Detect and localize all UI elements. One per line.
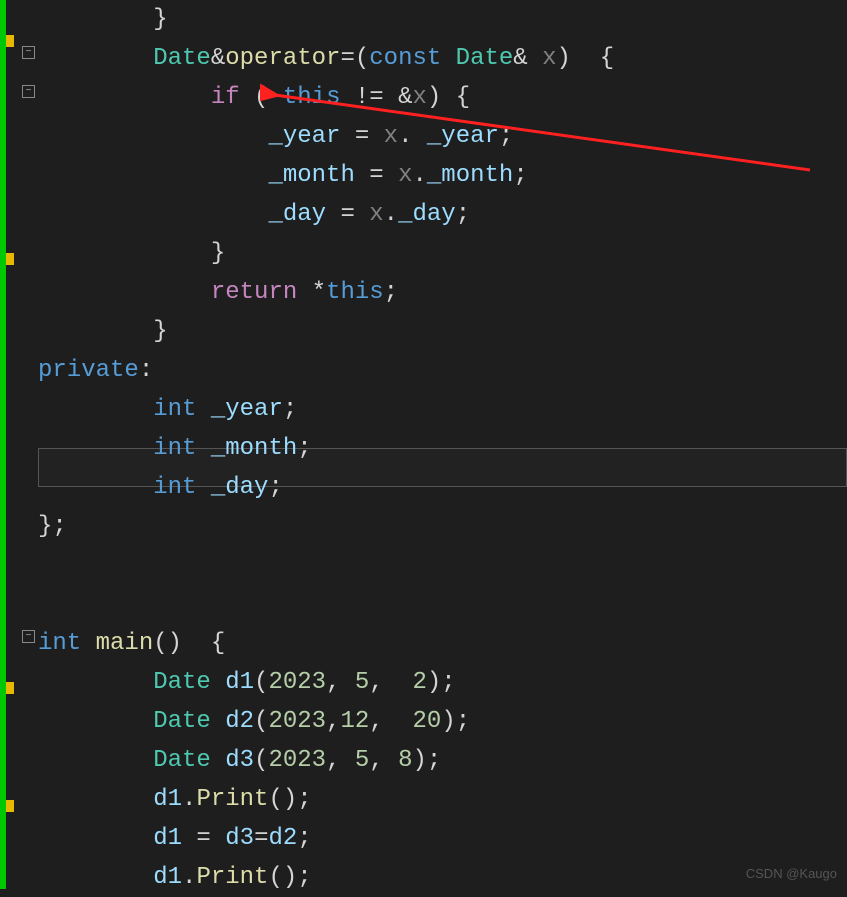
operator-token: operator [225, 45, 340, 72]
fold-toggle-icon[interactable]: − [22, 46, 35, 59]
keyword-token: private [38, 357, 139, 384]
watermark-label: CSDN @Kaugo [746, 866, 837, 881]
var-token: _day [268, 201, 326, 228]
fold-toggle-icon[interactable]: − [22, 85, 35, 98]
function-token: main [96, 630, 154, 657]
keyword-token: return [211, 279, 297, 306]
keyword-token: int [38, 630, 81, 657]
var-token: _year [268, 123, 340, 150]
code-token: } [38, 6, 168, 33]
editor-gutter: − − − [0, 0, 38, 889]
keyword-token: const [369, 45, 441, 72]
code-editor[interactable]: − − − } Date&operator=(const Date& x) { … [0, 0, 847, 889]
keyword-token: if [211, 84, 240, 111]
var-token: _month [268, 162, 354, 189]
code-content[interactable]: } Date&operator=(const Date& x) { if ( t… [38, 0, 847, 889]
fold-toggle-icon[interactable]: − [22, 630, 35, 643]
type-token: Date [153, 45, 211, 72]
